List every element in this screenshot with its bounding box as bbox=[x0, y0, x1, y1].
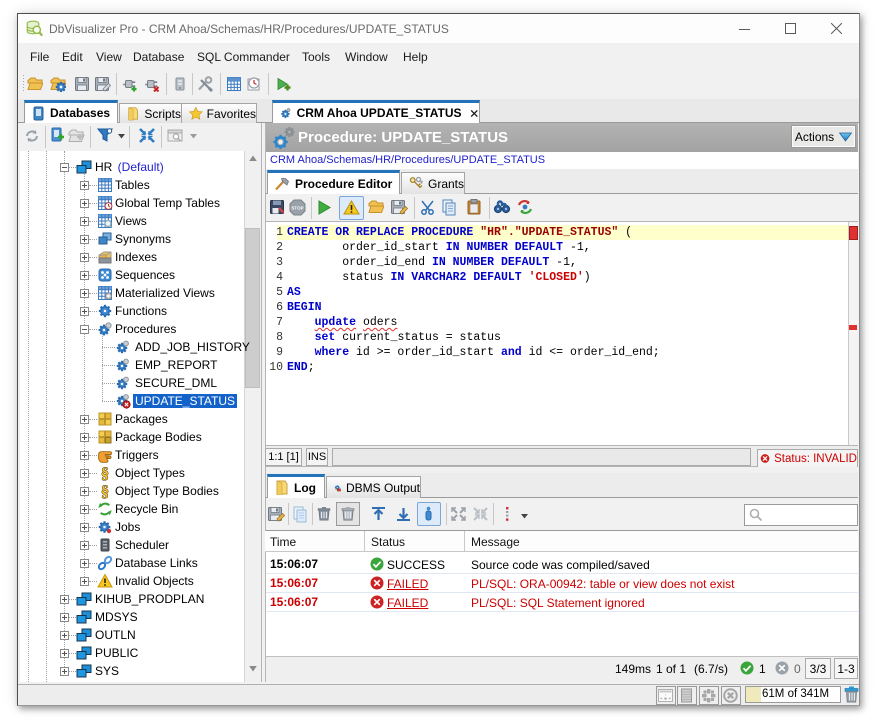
svg-text:STOP: STOP bbox=[291, 206, 303, 211]
svg-text:§: § bbox=[101, 484, 109, 500]
svg-text:§: § bbox=[101, 466, 109, 482]
